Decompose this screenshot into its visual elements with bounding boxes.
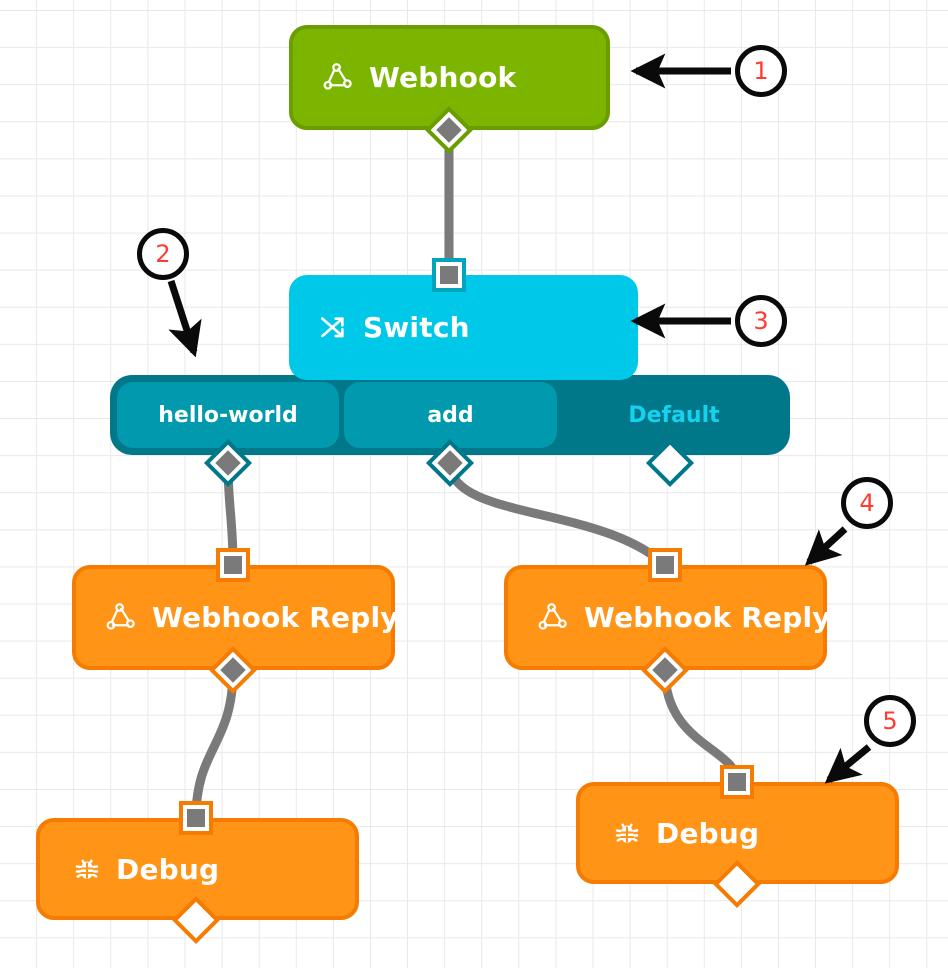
- shuffle-icon: [317, 312, 349, 344]
- annotation-arrow-4: [804, 526, 848, 566]
- switch-output-default[interactable]: Default: [562, 382, 786, 448]
- workflow-canvas[interactable]: Webhook Switch hello-world add Default W…: [0, 0, 948, 968]
- annotation-marker-3: 3: [735, 295, 787, 347]
- switch-output-add[interactable]: add: [344, 382, 557, 448]
- annotation-number: 1: [753, 57, 769, 85]
- node-switch[interactable]: Switch hello-world add Default: [110, 275, 790, 463]
- switch-output-label: add: [427, 402, 474, 428]
- node-debug-right-label: Debug: [656, 816, 760, 850]
- annotation-marker-1: 1: [735, 45, 787, 97]
- wire-switch-add-to-reply-right: [445, 458, 670, 570]
- annotation-number: 4: [859, 489, 875, 517]
- annotation-marker-4: 4: [841, 477, 893, 529]
- switch-header[interactable]: Switch: [289, 275, 638, 380]
- node-debug-left-label: Debug: [116, 852, 220, 886]
- bug-icon: [72, 854, 102, 884]
- switch-output-hello-world[interactable]: hello-world: [117, 382, 339, 448]
- annotation-marker-5: 5: [864, 695, 916, 747]
- annotation-arrow-5: [824, 744, 872, 784]
- node-webhook-label: Webhook: [369, 61, 517, 94]
- port-in-debug-right[interactable]: [720, 765, 754, 799]
- webhook-icon: [321, 61, 355, 95]
- node-switch-label: Switch: [363, 311, 470, 344]
- port-in-webhook-reply-left[interactable]: [216, 548, 250, 582]
- node-webhook-reply-left-label: Webhook Reply: [152, 601, 399, 634]
- port-in-webhook-reply-right[interactable]: [648, 548, 682, 582]
- node-webhook-reply-right-label: Webhook Reply: [584, 601, 831, 634]
- port-in-switch[interactable]: [432, 258, 466, 292]
- webhook-icon: [536, 601, 570, 635]
- wire-reply-left-to-debug-left: [191, 665, 238, 823]
- port-in-debug-left[interactable]: [179, 801, 213, 835]
- annotation-number: 5: [882, 707, 898, 735]
- switch-output-label: hello-world: [158, 402, 298, 428]
- switch-output-label: Default: [628, 402, 720, 428]
- annotation-number: 3: [753, 307, 769, 335]
- wire-reply-right-to-debug-right: [660, 665, 742, 787]
- webhook-icon: [104, 601, 138, 635]
- bug-icon: [612, 818, 642, 848]
- annotation-marker-2: 2: [137, 228, 189, 280]
- annotation-number: 2: [155, 240, 171, 268]
